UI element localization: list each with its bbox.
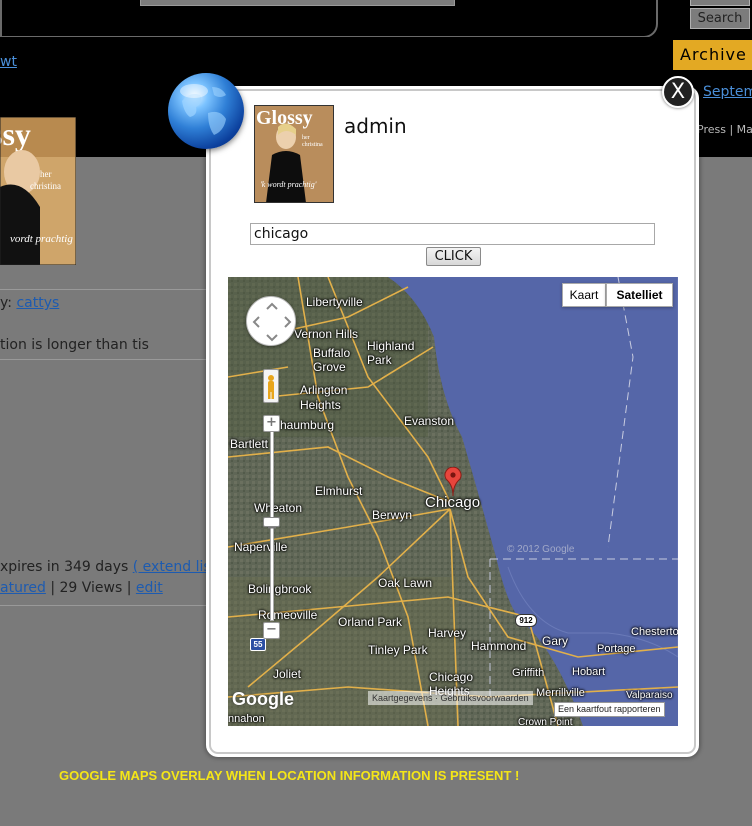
expiry-text: xpires in 349 days: [0, 559, 129, 575]
zoom-slider-handle[interactable]: [263, 517, 280, 529]
map-label: Berwyn: [372, 508, 413, 522]
svg-text:christina: christina: [302, 142, 323, 148]
map-label: Tinley Park: [368, 643, 428, 657]
extend-listing-link[interactable]: ( extend lis: [133, 559, 211, 575]
map-label: Joliet: [273, 667, 302, 681]
svg-text:vordt prachtig: vordt prachtig: [10, 233, 73, 245]
author-link[interactable]: cattys: [16, 295, 59, 311]
user-name: admin: [344, 114, 407, 138]
map-label: Vernon Hills: [294, 327, 359, 341]
globe-icon: [168, 73, 244, 149]
map-label: Romeoville: [258, 608, 318, 622]
divider: [0, 359, 215, 360]
map-label: Buffalo Grove: [313, 346, 351, 374]
map-copyright: © 2012 Google: [507, 544, 575, 555]
interstate-shield-55: 55: [250, 638, 266, 651]
map-label: Arlington Heights: [300, 383, 348, 412]
map-label: Harvey: [428, 626, 467, 640]
location-marker-icon[interactable]: [444, 467, 462, 497]
user-avatar: Glossy her christina 'k wordt prachtig': [254, 105, 334, 203]
divider: [0, 605, 215, 606]
svg-text:ssy: ssy: [0, 117, 31, 152]
archive-tab[interactable]: Archive: [673, 40, 752, 70]
caption: GOOGLE MAPS OVERLAY WHEN LOCATION INFORM…: [59, 768, 520, 783]
svg-text:her: her: [302, 135, 310, 141]
search-input[interactable]: [140, 0, 455, 6]
map-label: Crown Point: [518, 717, 573, 726]
map-label: Wheaton: [254, 501, 303, 515]
map-label: Orland Park: [338, 615, 403, 629]
google-map[interactable]: © 2012 Google Libertyville Vernon Hills …: [228, 277, 678, 726]
map-label: Merrillville: [536, 687, 585, 699]
street-view-pegman-icon[interactable]: [263, 369, 279, 403]
post-meta: atured | 29 Views | edit: [0, 580, 163, 596]
map-label: Gary: [542, 634, 569, 648]
divider: [0, 289, 215, 290]
pan-left-icon: [252, 316, 260, 328]
close-button[interactable]: X: [662, 76, 694, 108]
search-button-edge: [690, 0, 750, 6]
post-description: tion is longer than tis: [0, 337, 149, 353]
map-attribution[interactable]: Kaartgegevens · Gebruiksvoorwaarden: [368, 691, 533, 705]
pan-down-icon: [266, 334, 278, 342]
post-cover-image[interactable]: ssy her christina vordt prachtig: [0, 117, 76, 265]
pan-right-icon: [284, 316, 292, 328]
pan-up-icon: [266, 302, 278, 310]
map-label: Libertyville: [306, 295, 363, 309]
svg-text:christina: christina: [30, 181, 61, 191]
post-expiry: xpires in 349 days ( extend lis: [0, 559, 211, 575]
byline-prefix: y:: [0, 295, 17, 311]
pan-control[interactable]: [246, 296, 296, 346]
google-logo[interactable]: Google: [232, 689, 294, 710]
map-label: Chesterton: [631, 626, 678, 638]
svg-text:'k wordt prachtig': 'k wordt prachtig': [260, 180, 317, 189]
highway-shield-912: 912: [515, 614, 537, 627]
search-panel: [0, 0, 658, 38]
map-label: Valparaiso: [626, 690, 673, 701]
map-label: Hobart: [572, 666, 606, 678]
month-link[interactable]: Septem: [703, 84, 752, 100]
map-label: Elmhurst: [315, 484, 363, 498]
search-button[interactable]: Search: [690, 8, 750, 29]
map-label: nnahon: [228, 713, 265, 725]
map-label: Naperville: [234, 540, 288, 554]
map-label: Hammond: [471, 639, 527, 653]
zoom-out-button[interactable]: −: [263, 622, 280, 639]
map-label: Bolingbrook: [248, 582, 312, 596]
post-byline: y: cattys: [0, 295, 59, 311]
map-label: Griffith: [512, 667, 545, 679]
map-label: Highland Park: [367, 339, 415, 367]
footer-links[interactable]: Press | Ma: [697, 123, 752, 136]
map-label: Evanston: [404, 414, 455, 428]
svg-text:her: her: [40, 169, 52, 179]
location-input[interactable]: [250, 223, 655, 245]
views-text: | 29 Views |: [45, 580, 136, 596]
map-type-satellite-button[interactable]: Satelliet: [606, 283, 673, 307]
map-label: Oak Lawn: [378, 576, 433, 590]
map-type-map-button[interactable]: Kaart: [562, 283, 606, 307]
featured-link[interactable]: atured: [0, 580, 46, 596]
report-map-error-button[interactable]: Een kaartfout rapporteren: [554, 702, 665, 717]
zoom-in-button[interactable]: +: [263, 415, 280, 432]
edit-link[interactable]: edit: [136, 580, 163, 596]
map-label: Bartlett: [230, 437, 269, 451]
locate-button[interactable]: CLICK: [426, 247, 481, 266]
map-label: Portage: [597, 643, 636, 655]
top-bar: Search: [0, 0, 752, 38]
nav-link[interactable]: wt: [0, 54, 17, 70]
